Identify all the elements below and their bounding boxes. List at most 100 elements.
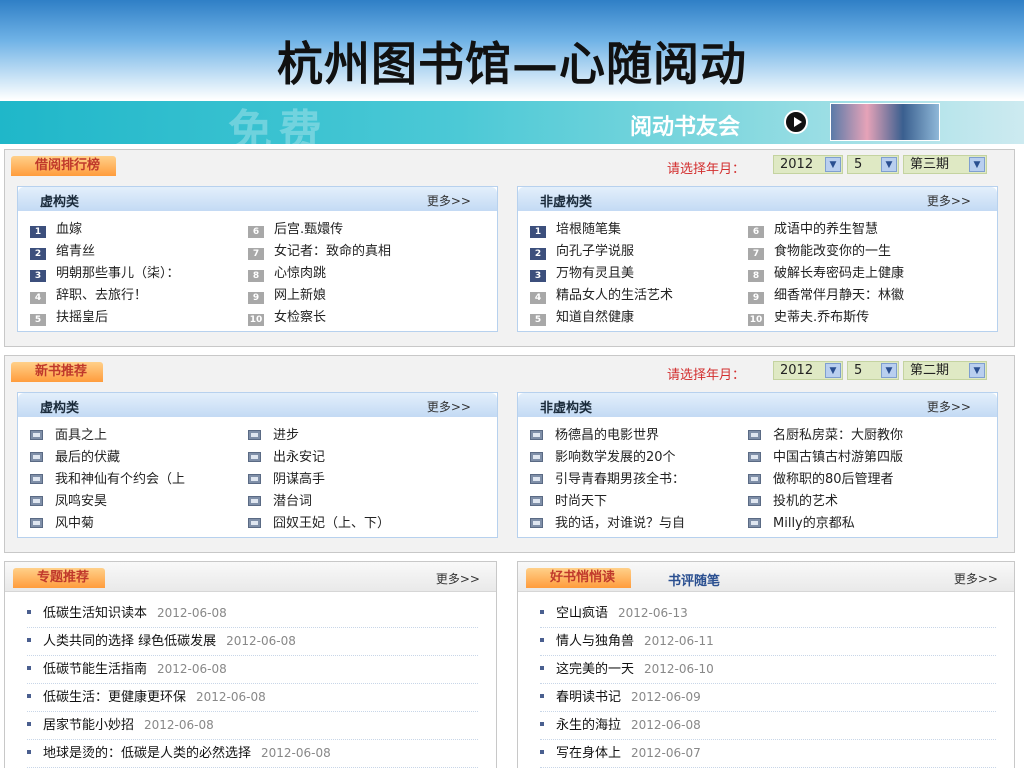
list-item[interactable]: 5 知道自然健康 — [530, 307, 673, 329]
list-item-label: 投机的艺术 — [773, 494, 839, 509]
newbooks-date-label: 请选择年月： — [667, 368, 746, 383]
list-item-date: 2012-06-08 — [196, 690, 266, 704]
book-icon — [530, 496, 543, 506]
play-icon[interactable] — [784, 110, 808, 134]
list-item[interactable]: 中国古镇古村游第四版 — [748, 447, 903, 469]
list-item-label: 阴谋高手 — [273, 472, 326, 487]
list-item[interactable]: 9 细香常伴月静天：林徽 — [748, 285, 904, 307]
list-item-label: 绾青丝 — [56, 244, 96, 259]
bullet-icon — [540, 638, 544, 642]
ranking-fiction-title: 虚构类 — [40, 195, 80, 210]
ranking-tag[interactable]: 借阅排行榜 — [11, 156, 117, 176]
list-item[interactable]: 低碳生活知识读本 2012-06-08 — [27, 600, 478, 628]
list-item[interactable]: 引导青春期男孩全书： — [530, 469, 685, 491]
list-item-label: 我和神仙有个约会（上 — [55, 472, 186, 487]
more-link[interactable]: 更多>> — [927, 192, 971, 209]
ranking-year-select[interactable]: 2012 ▼ — [773, 155, 843, 174]
list-item[interactable]: 1 培根随笔集 — [530, 219, 673, 241]
more-link[interactable]: 更多>> — [436, 570, 480, 587]
tab-reviews[interactable]: 书评随笔 — [668, 570, 720, 589]
list-item[interactable]: 这完美的一天 2012-06-10 — [540, 656, 996, 684]
list-item[interactable]: 进步 — [248, 425, 390, 447]
more-link[interactable]: 更多>> — [427, 192, 471, 209]
list-item[interactable]: 我和神仙有个约会（上 — [30, 469, 185, 491]
list-item[interactable]: 人类共同的选择 绿色低碳发展 2012-06-08 — [27, 628, 478, 656]
more-link[interactable]: 更多>> — [427, 398, 471, 415]
list-item[interactable]: 7 女记者：致命的真相 — [248, 241, 391, 263]
list-item[interactable]: 6 后宫.甄嬛传 — [248, 219, 391, 241]
newbooks-period-select[interactable]: 第二期 ▼ — [903, 361, 987, 380]
rank-7-icon: 7 — [248, 248, 264, 260]
list-item[interactable]: 2 绾青丝 — [30, 241, 180, 263]
list-item-label: 网上新娘 — [274, 288, 327, 303]
list-item[interactable]: 地球是烫的：低碳是人类的必然选择 2012-06-08 — [27, 740, 478, 768]
list-item[interactable]: 6 成语中的养生智慧 — [748, 219, 904, 241]
list-item[interactable]: 4 辞职、去旅行！ — [30, 285, 180, 307]
newbooks-nonfiction-header: 非虚构类 更多>> — [518, 393, 997, 417]
list-item-label: 后宫.甄嬛传 — [274, 222, 344, 237]
book-icon — [748, 474, 761, 484]
rank-4-icon: 4 — [30, 292, 46, 304]
list-item[interactable]: 情人与独角兽 2012-06-11 — [540, 628, 996, 656]
list-item[interactable]: 2 向孔子学说服 — [530, 241, 673, 263]
list-item[interactable]: 空山疯语 2012-06-13 — [540, 600, 996, 628]
list-item[interactable]: 3 明朝那些事儿（柒）： — [30, 263, 180, 285]
book-icon — [30, 430, 43, 440]
list-item[interactable]: 10 史蒂夫.乔布斯传 — [748, 307, 904, 329]
list-item[interactable]: 1 血嫁 — [30, 219, 180, 241]
list-item-date: 2012-06-08 — [226, 634, 296, 648]
ranking-period-select[interactable]: 第三期 ▼ — [903, 155, 987, 174]
list-item[interactable]: 7 食物能改变你的一生 — [748, 241, 904, 263]
rank-8-icon: 8 — [248, 270, 264, 282]
list-item[interactable]: Milly的京都私 — [748, 513, 903, 535]
list-item-label: 女记者：致命的真相 — [274, 244, 392, 259]
newbooks-year-select[interactable]: 2012 ▼ — [773, 361, 843, 380]
list-item[interactable]: 阴谋高手 — [248, 469, 390, 491]
book-icon — [30, 474, 43, 484]
list-item[interactable]: 风中菊 — [30, 513, 185, 535]
list-item[interactable]: 居家节能小妙招 2012-06-08 — [27, 712, 478, 740]
list-item[interactable]: 我的话，对谁说？与自 — [530, 513, 685, 535]
list-item[interactable]: 影响数学发展的20个 — [530, 447, 685, 469]
list-item[interactable]: 囧奴王妃（上、下） — [248, 513, 390, 535]
list-item[interactable]: 杨德昌的电影世界 — [530, 425, 685, 447]
chevron-down-icon: ▼ — [881, 363, 897, 378]
list-item-title: 情人与独角兽 — [556, 634, 635, 649]
list-item[interactable]: 8 心惊肉跳 — [248, 263, 391, 285]
ranking-month-select[interactable]: 5 ▼ — [847, 155, 899, 174]
list-item[interactable]: 低碳生活：更健康更环保 2012-06-08 — [27, 684, 478, 712]
list-item[interactable]: 时尚天下 — [530, 491, 685, 513]
list-item[interactable]: 4 精品女人的生活艺术 — [530, 285, 673, 307]
list-item[interactable]: 面具之上 — [30, 425, 185, 447]
list-item[interactable]: 做称职的80后管理者 — [748, 469, 903, 491]
list-item[interactable]: 5 扶摇皇后 — [30, 307, 180, 329]
newbooks-month-select[interactable]: 5 ▼ — [847, 361, 899, 380]
list-item[interactable]: 凤鸣安昊 — [30, 491, 185, 513]
newbooks-tag[interactable]: 新书推荐 — [11, 362, 104, 382]
list-item[interactable]: 投机的艺术 — [748, 491, 903, 513]
list-item[interactable]: 潜台词 — [248, 491, 390, 513]
list-item-label: 影响数学发展的20个 — [555, 450, 676, 465]
tab-good-books[interactable]: 好书悄悄读 — [526, 568, 632, 588]
book-icon — [530, 518, 543, 528]
banner-photo — [830, 103, 940, 141]
list-item[interactable]: 8 破解长寿密码走上健康 — [748, 263, 904, 285]
list-item-title: 这完美的一天 — [556, 662, 635, 677]
list-item[interactable]: 低碳节能生活指南 2012-06-08 — [27, 656, 478, 684]
topics-tag[interactable]: 专题推荐 — [13, 568, 106, 588]
list-item[interactable]: 永生的海拉 2012-06-08 — [540, 712, 996, 740]
list-item-label: 潜台词 — [273, 494, 313, 509]
more-link[interactable]: 更多>> — [954, 570, 998, 587]
list-item[interactable]: 9 网上新娘 — [248, 285, 391, 307]
list-item[interactable]: 最后的伏藏 — [30, 447, 185, 469]
list-item[interactable]: 春明读书记 2012-06-09 — [540, 684, 996, 712]
list-item[interactable]: 10 女检察长 — [248, 307, 391, 329]
list-item[interactable]: 3 万物有灵且美 — [530, 263, 673, 285]
list-item[interactable]: 名厨私房菜：大厨教你 — [748, 425, 903, 447]
list-item-label: 血嫁 — [56, 222, 83, 237]
more-link[interactable]: 更多>> — [927, 398, 971, 415]
list-item[interactable]: 写在身体上 2012-06-07 — [540, 740, 996, 768]
list-item-title: 春明读书记 — [556, 690, 622, 705]
book-club-link[interactable]: 阅动书友会 — [630, 109, 740, 141]
list-item[interactable]: 出永安记 — [248, 447, 390, 469]
